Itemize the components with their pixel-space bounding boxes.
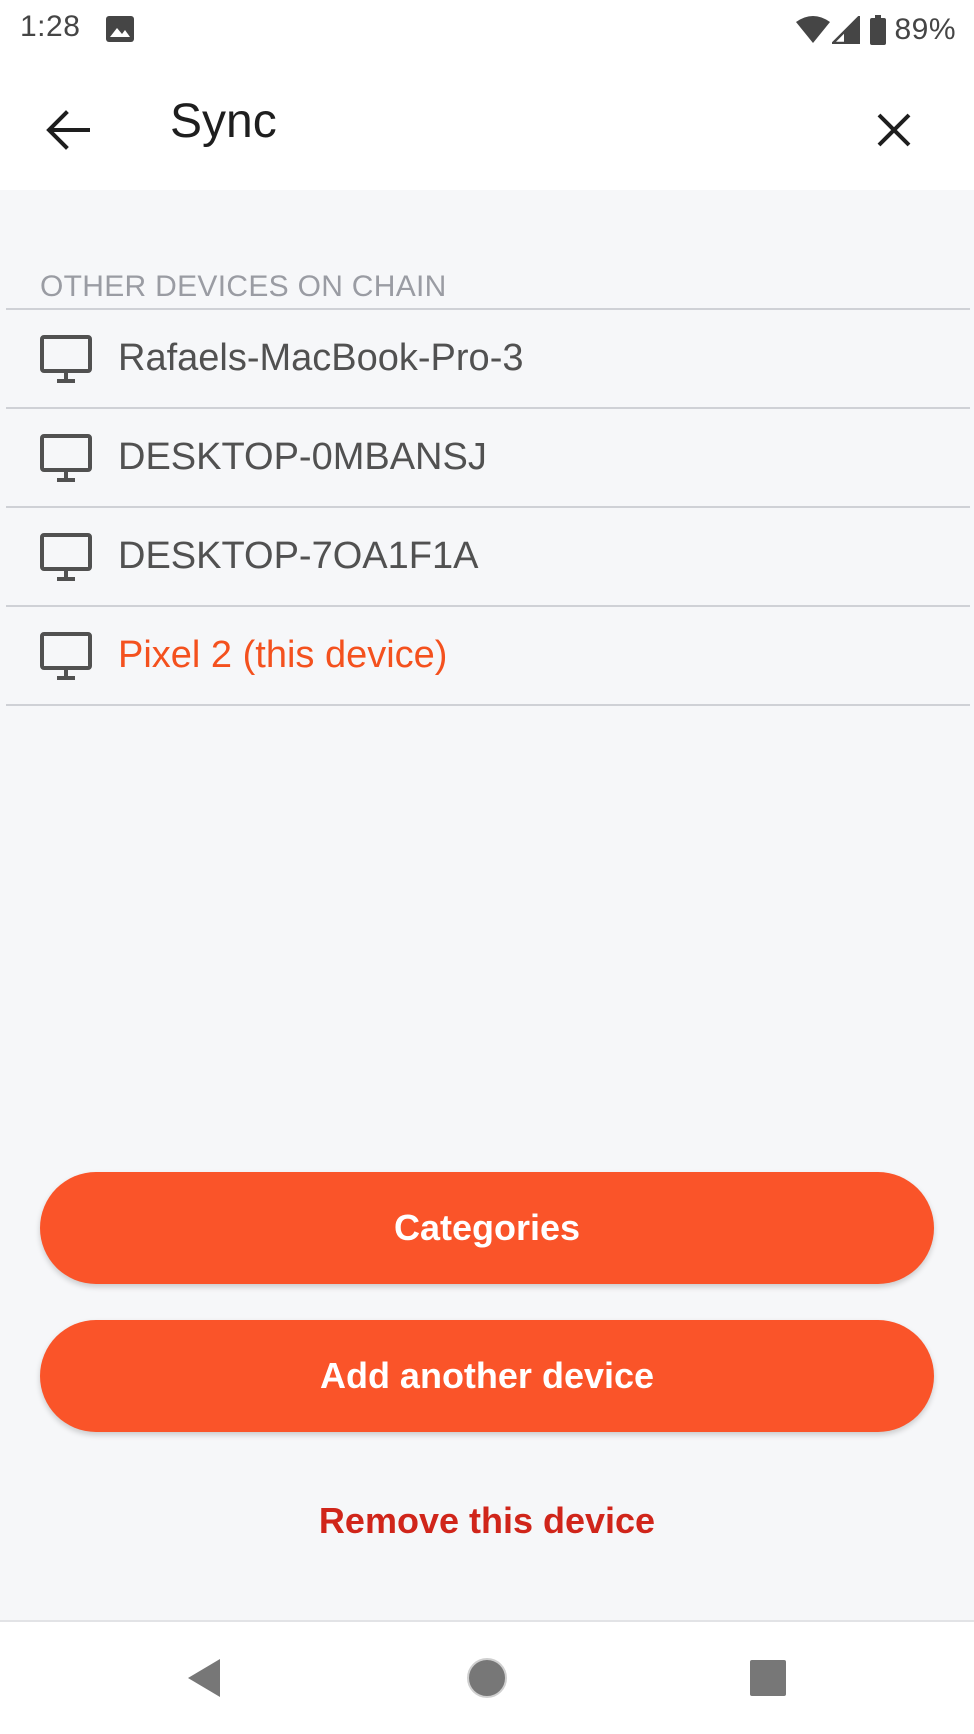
device-name: DESKTOP-7OA1F1A — [118, 535, 479, 577]
app-bar: Sync — [0, 60, 974, 190]
system-nav-bar — [0, 1620, 974, 1734]
nav-home-icon — [465, 1656, 509, 1705]
device-list: Rafaels-MacBook-Pro-3 DESKTOP-0MBANSJ DE… — [6, 310, 970, 706]
close-button[interactable] — [854, 92, 934, 172]
signal-icon — [832, 16, 861, 44]
nav-recents-button[interactable] — [738, 1650, 798, 1710]
remove-this-device-button[interactable]: Remove this device — [0, 1500, 974, 1542]
nav-home-button[interactable] — [457, 1650, 517, 1710]
status-time: 1:28 — [20, 10, 81, 43]
nav-back-icon — [184, 1657, 224, 1704]
desktop-icon — [40, 333, 92, 385]
device-row-desktop-0mbansj[interactable]: DESKTOP-0MBANSJ — [6, 409, 970, 508]
devices-section-header: OTHER DEVICES ON CHAIN — [6, 270, 970, 310]
back-button[interactable] — [28, 92, 108, 172]
device-row-pixel-2-this-device[interactable]: Pixel 2 (this device) — [6, 607, 970, 706]
device-name: DESKTOP-0MBANSJ — [118, 436, 487, 478]
page-title: Sync — [170, 95, 277, 148]
device-row-rafaels-macbook-pro-3[interactable]: Rafaels-MacBook-Pro-3 — [6, 310, 970, 409]
categories-button[interactable]: Categories — [40, 1172, 934, 1284]
image-icon — [106, 16, 134, 42]
sync-content: OTHER DEVICES ON CHAIN Rafaels-MacBook-P… — [0, 190, 974, 706]
nav-recents-icon — [750, 1659, 786, 1701]
desktop-icon — [40, 630, 92, 682]
battery-percentage: 89% — [894, 13, 956, 46]
add-another-device-button[interactable]: Add another device — [40, 1320, 934, 1432]
desktop-icon — [40, 531, 92, 583]
battery-icon — [870, 15, 887, 45]
desktop-icon — [40, 432, 92, 484]
device-row-desktop-7oa1f1a[interactable]: DESKTOP-7OA1F1A — [6, 508, 970, 607]
nav-back-button[interactable] — [174, 1650, 234, 1710]
device-name-current: Pixel 2 (this device) — [118, 634, 448, 676]
status-bar: 1:28 89% — [0, 0, 974, 60]
wifi-icon — [796, 16, 831, 44]
status-icons: 89% — [796, 10, 956, 50]
close-icon — [876, 112, 912, 153]
arrow-back-icon — [46, 109, 90, 155]
device-name: Rafaels-MacBook-Pro-3 — [118, 337, 524, 379]
